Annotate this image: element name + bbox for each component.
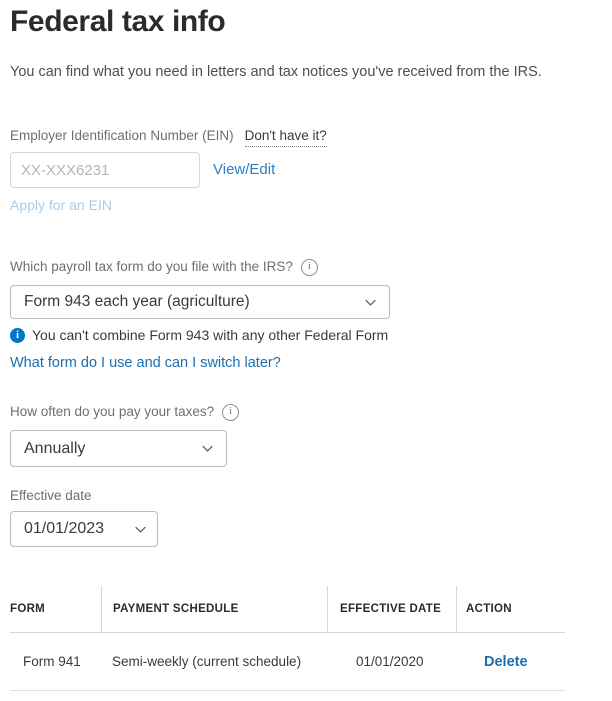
ein-label-row: Employer Identification Number (EIN) Don…: [10, 127, 327, 147]
table-header-row: FORM PAYMENT SCHEDULE EFFECTIVE DATE ACT…: [10, 586, 565, 633]
chevron-down-icon: [134, 523, 147, 536]
ein-view-edit-link[interactable]: View/Edit: [213, 161, 275, 179]
info-circle-outline-icon[interactable]: [222, 403, 240, 421]
payroll-form-select[interactable]: Form 943 each year (agriculture): [10, 285, 390, 319]
payroll-form-note-row: You can't combine Form 943 with any othe…: [10, 326, 388, 344]
ein-dont-have-it-link[interactable]: Don't have it?: [244, 128, 327, 147]
frequency-selected-value: Annually: [24, 439, 86, 457]
effective-date-selected-value: 01/01/2023: [24, 520, 105, 537]
frequency-label-row: How often do you pay your taxes?: [10, 403, 240, 421]
table-header-form: FORM: [10, 603, 46, 615]
payroll-form-note: You can't combine Form 943 with any othe…: [32, 327, 389, 343]
table-header-payment-schedule: PAYMENT SCHEDULE: [101, 586, 327, 632]
table-cell-form: Form 941: [23, 654, 81, 669]
federal-tax-info-page: Federal tax info You can find what you n…: [0, 0, 612, 701]
tax-forms-table: FORM PAYMENT SCHEDULE EFFECTIVE DATE ACT…: [10, 586, 565, 691]
table-cell-effective-date: 01/01/2020: [356, 654, 424, 669]
payroll-form-selected-value: Form 943 each year (agriculture): [24, 293, 250, 310]
ein-label: Employer Identification Number (EIN): [10, 128, 234, 143]
table-cell-action: Delete: [456, 654, 565, 670]
chevron-down-icon: [364, 296, 377, 309]
frequency-select[interactable]: Annually: [10, 430, 227, 467]
table-header-effective-date: EFFECTIVE DATE: [327, 586, 456, 632]
chevron-down-icon: [201, 442, 214, 455]
table-cell-payment-schedule: Semi-weekly (current schedule): [112, 654, 302, 669]
payroll-form-label: Which payroll tax form do you file with …: [10, 259, 293, 274]
table-header-action: ACTION: [456, 586, 565, 632]
table-row: Form 941 Semi-weekly (current schedule) …: [10, 633, 565, 691]
effective-date-label: Effective date: [10, 488, 92, 503]
frequency-label: How often do you pay your taxes?: [10, 404, 215, 419]
what-form-help-link[interactable]: What form do I use and can I switch late…: [10, 354, 281, 372]
ein-input[interactable]: [10, 152, 200, 188]
delete-row-button[interactable]: Delete: [484, 654, 528, 670]
payroll-form-label-row: Which payroll tax form do you file with …: [10, 258, 318, 276]
page-title: Federal tax info: [10, 5, 226, 38]
effective-date-select[interactable]: 01/01/2023: [10, 511, 158, 547]
apply-for-ein-link[interactable]: Apply for an EIN: [10, 196, 112, 214]
info-circle-outline-icon[interactable]: [300, 258, 318, 276]
info-circle-filled-icon: [10, 327, 25, 343]
page-subtitle: You can find what you need in letters an…: [10, 64, 542, 80]
